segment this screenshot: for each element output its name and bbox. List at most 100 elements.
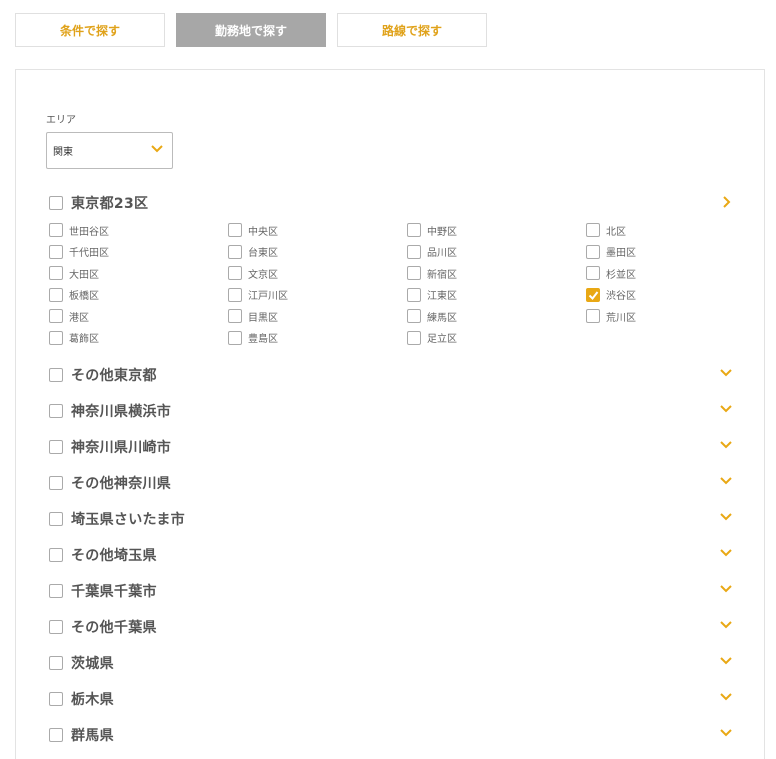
ward-checkbox[interactable] [49,244,63,259]
ward-checkbox[interactable] [586,244,600,259]
ward-checkbox[interactable] [49,223,63,237]
group-tokyo23-checkbox[interactable] [49,196,63,210]
ward-checkbox[interactable] [407,244,421,259]
ward-item[interactable]: 渋谷区 [586,287,636,303]
ward-item[interactable]: 中央区 [228,222,278,238]
ward-label: 台東区 [248,248,278,259]
region-checkbox[interactable] [49,404,63,418]
chevron-down-icon[interactable] [719,439,733,451]
ward-checkbox[interactable] [586,266,600,280]
region-row[interactable]: 群馬県 [49,725,733,745]
area-select-value: 関東 [53,147,73,158]
region-label: 神奈川県川崎市 [71,440,172,456]
ward-checkbox[interactable] [228,287,242,302]
region-checkbox[interactable] [49,368,63,382]
tab-location[interactable]: 勤務地で探す [176,13,326,47]
ward-label: 目黒区 [248,312,278,324]
ward-item[interactable]: 板橋区 [49,287,99,303]
region-row[interactable]: 茨城県 [49,653,733,673]
ward-item[interactable]: 大田区 [49,265,99,281]
ward-checkbox[interactable] [407,223,421,237]
tab-conditions[interactable]: 条件で探す [15,13,165,47]
chevron-down-icon[interactable] [719,511,733,523]
group-tokyo23-label: 東京都23区 [71,196,149,212]
ward-checkbox-checked[interactable] [586,287,600,302]
ward-item[interactable]: 新宿区 [407,265,457,281]
ward-item[interactable]: 杉並区 [586,265,636,281]
ward-item[interactable]: 江戸川区 [228,287,288,303]
ward-checkbox[interactable] [49,309,63,323]
ward-checkbox[interactable] [407,330,421,345]
ward-checkbox[interactable] [586,223,600,237]
region-row[interactable]: その他東京都 [49,365,733,385]
ward-label: 板橋区 [69,291,99,302]
ward-item[interactable]: 練馬区 [407,308,457,324]
ward-checkbox[interactable] [407,309,421,323]
ward-checkbox[interactable] [49,330,63,345]
region-checkbox[interactable] [49,512,63,526]
chevron-down-icon[interactable] [719,727,733,739]
ward-item[interactable]: 葛飾区 [49,330,99,346]
ward-item[interactable]: 豊島区 [228,330,278,346]
ward-checkbox[interactable] [228,223,242,237]
chevron-down-icon[interactable] [719,547,733,559]
region-checkbox[interactable] [49,476,63,490]
ward-checkbox[interactable] [49,266,63,280]
chevron-down-icon[interactable] [719,655,733,667]
ward-item[interactable]: 荒川区 [586,308,636,324]
region-row[interactable]: その他埼玉県 [49,545,733,565]
ward-checkbox[interactable] [228,309,242,323]
ward-item[interactable]: 中野区 [407,222,457,238]
area-label: エリア [46,115,76,126]
region-row[interactable]: 千葉県千葉市 [49,581,733,601]
chevron-down-icon[interactable] [719,691,733,703]
area-select[interactable]: 関東 [46,132,173,169]
region-checkbox[interactable] [49,584,63,598]
region-label: 神奈川県横浜市 [71,404,172,420]
region-checkbox[interactable] [49,620,63,634]
ward-checkbox[interactable] [228,266,242,280]
ward-label: 足立区 [427,334,457,345]
chevron-down-icon[interactable] [719,475,733,487]
ward-item[interactable]: 江東区 [407,287,457,303]
region-checkbox[interactable] [49,692,63,706]
region-row[interactable]: 栃木県 [49,689,733,709]
region-row[interactable]: 埼玉県さいたま市 [49,509,733,529]
ward-label: 豊島区 [248,334,278,345]
ward-item[interactable]: 墨田区 [586,244,636,260]
ward-item[interactable]: 文京区 [228,265,278,281]
group-tokyo23[interactable]: 東京都23区 [49,193,733,213]
ward-checkbox[interactable] [407,287,421,302]
ward-item[interactable]: 港区 [49,308,89,324]
region-checkbox[interactable] [49,656,63,670]
ward-item[interactable]: 千代田区 [49,244,109,260]
chevron-down-icon[interactable] [719,367,733,379]
region-row[interactable]: 神奈川県川崎市 [49,437,733,457]
chevron-down-icon[interactable] [719,619,733,631]
chevron-down-icon[interactable] [719,583,733,595]
region-label: 茨城県 [71,656,114,672]
ward-item[interactable]: 台東区 [228,244,278,260]
ward-label: 北区 [606,226,626,238]
ward-item[interactable]: 目黒区 [228,308,278,324]
ward-checkbox[interactable] [228,244,242,259]
ward-item[interactable]: 足立区 [407,330,457,346]
region-row[interactable]: その他神奈川県 [49,473,733,493]
ward-checkbox[interactable] [49,287,63,302]
region-row[interactable]: その他千葉県 [49,617,733,637]
chevron-down-icon[interactable] [719,403,733,415]
ward-item[interactable]: 世田谷区 [49,222,109,238]
ward-checkbox[interactable] [228,330,242,345]
region-row[interactable]: 神奈川県横浜市 [49,401,733,421]
search-tabs: 条件で探す 勤務地で探す 路線で探す [15,13,487,47]
region-checkbox[interactable] [49,548,63,562]
tab-route[interactable]: 路線で探す [337,13,487,47]
ward-item[interactable]: 北区 [586,222,626,238]
ward-checkbox[interactable] [407,266,421,280]
region-checkbox[interactable] [49,728,63,742]
ward-item[interactable]: 品川区 [407,244,457,260]
region-checkbox[interactable] [49,440,63,454]
chevron-right-icon[interactable] [721,195,733,209]
ward-checkbox[interactable] [586,309,600,323]
ward-label: 渋谷区 [606,291,636,302]
